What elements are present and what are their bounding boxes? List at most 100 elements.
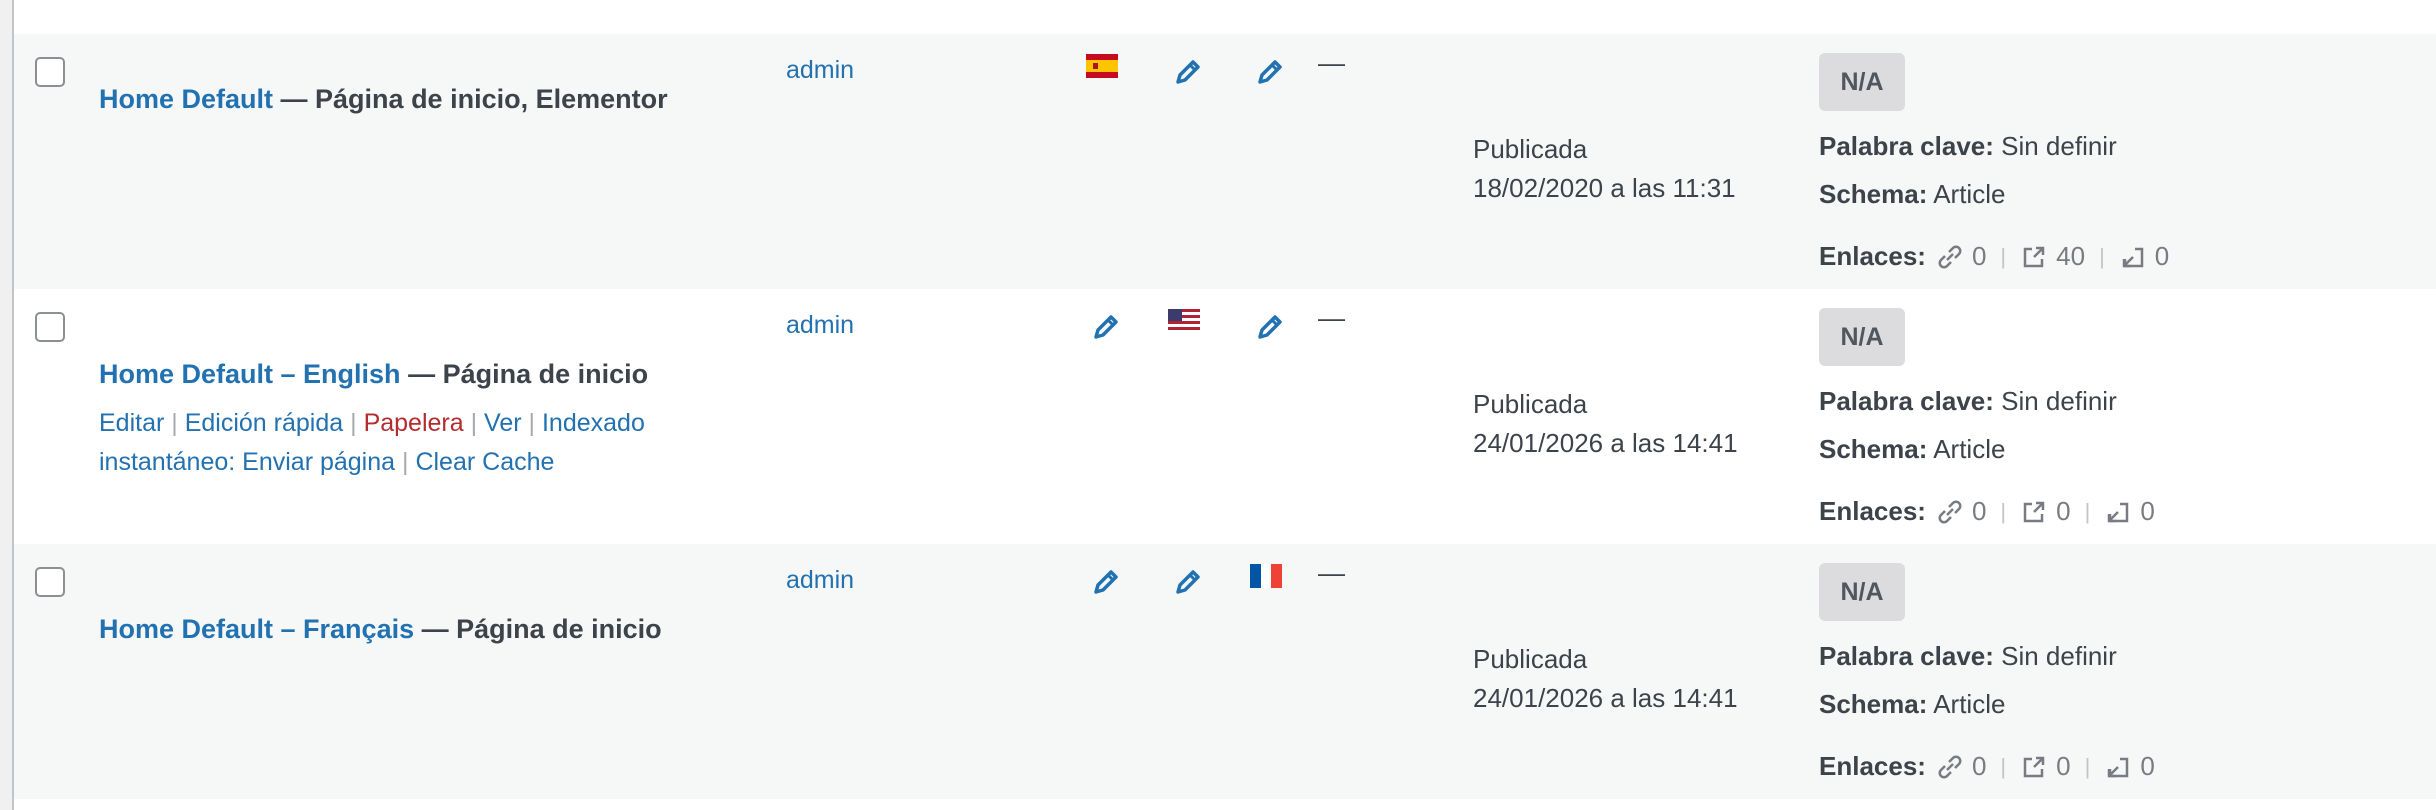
keyword-label: Palabra clave: (1819, 386, 1994, 416)
schema-label: Schema: (1819, 179, 1928, 209)
empty-value-dash: — (1318, 303, 1345, 333)
schema-value: Article (1933, 689, 2006, 719)
author-link[interactable]: admin (786, 566, 854, 595)
schema-label: Schema: (1819, 434, 1928, 464)
previous-row-edge (14, 0, 2436, 36)
author-link[interactable]: admin (786, 56, 854, 85)
keyword-value: Sin definir (2001, 641, 2117, 671)
schema-type: Schema: Article (1819, 179, 2005, 210)
external-links-count: 0 (2056, 496, 2071, 526)
link-icon (1938, 755, 1962, 778)
internal-links-count: 0 (1971, 496, 1987, 526)
keyword-value: Sin definir (2001, 131, 2117, 161)
title-link[interactable]: Home Default (99, 84, 273, 114)
incoming-link-icon (2108, 502, 2129, 522)
seo-score-badge: N/A (1819, 563, 1905, 621)
schema-type: Schema: Article (1819, 689, 2005, 720)
empty-value-dash: — (1318, 48, 1345, 78)
post-state: — Página de inicio, Elementor (273, 84, 668, 114)
edit-translation-icon[interactable] (1254, 56, 1286, 88)
internal-links-count: 0 (1971, 751, 1987, 781)
links-stats: Enlaces: 0 | 40 | 0 (1819, 241, 2169, 272)
links-label: Enlaces: (1819, 241, 1926, 271)
separator: | (470, 409, 478, 437)
row-title: Home Default – English — Página de inici… (99, 359, 648, 390)
spain-flag-icon[interactable] (1086, 54, 1118, 78)
links-label: Enlaces: (1819, 496, 1926, 526)
left-border (0, 0, 14, 810)
separator: | (350, 409, 357, 437)
external-link-icon (2023, 501, 2045, 522)
edit-translation-icon[interactable] (1090, 566, 1122, 598)
separator: | (2000, 243, 2007, 269)
separator: | (2000, 498, 2007, 524)
schema-value: Article (1933, 179, 2006, 209)
separator: | (528, 409, 536, 437)
link-icon (1938, 500, 1962, 523)
title-link[interactable]: Home Default – English (99, 359, 401, 389)
row-title: Home Default – Français — Página de inic… (99, 614, 662, 645)
seo-score-badge: N/A (1819, 53, 1905, 111)
edit-translation-icon[interactable] (1172, 56, 1204, 88)
date-value: 18/02/2020 a las 11:31 (1473, 173, 1736, 203)
publish-date: Publicada 24/01/2026 a las 14:41 (1473, 640, 1738, 718)
schema-type: Schema: Article (1819, 434, 2005, 465)
date-value: 24/01/2026 a las 14:41 (1473, 428, 1738, 458)
incoming-link-icon (2108, 757, 2129, 777)
seo-score-badge: N/A (1819, 308, 1905, 366)
table-row: Home Default — Página de inicio, Element… (14, 34, 2436, 289)
row-actions: Editar | Edición rápida | Papelera | Ver… (99, 404, 719, 482)
date-status: Publicada (1473, 644, 1588, 674)
separator: | (171, 409, 178, 437)
separator: | (2084, 498, 2091, 524)
table-row: Home Default – English — Página de inici… (14, 289, 2436, 544)
separator: | (2000, 753, 2007, 779)
incoming-links-count: 0 (2154, 241, 2170, 271)
quick-edit-link[interactable]: Edición rápida (185, 409, 343, 437)
empty-value-dash: — (1318, 558, 1345, 588)
row-checkbox[interactable] (35, 57, 65, 87)
edit-translation-icon[interactable] (1090, 311, 1122, 343)
date-status: Publicada (1473, 389, 1588, 419)
title-link[interactable]: Home Default – Français (99, 614, 414, 644)
next-row-edge (14, 799, 2436, 810)
schema-label: Schema: (1819, 689, 1928, 719)
post-state: — Página de inicio (400, 359, 649, 389)
usa-flag-icon[interactable] (1168, 309, 1200, 333)
table-row: Home Default – Français — Página de inic… (14, 544, 2436, 799)
keyword-label: Palabra clave: (1819, 131, 1994, 161)
date-status: Publicada (1473, 134, 1588, 164)
link-icon (1938, 245, 1962, 268)
keyword-value: Sin definir (2001, 386, 2117, 416)
focus-keyword: Palabra clave: Sin definir (1819, 131, 2117, 162)
external-link-icon (2023, 756, 2045, 777)
row-title: Home Default — Página de inicio, Element… (99, 84, 668, 115)
incoming-links-count: 0 (2140, 751, 2155, 781)
trash-link[interactable]: Papelera (364, 409, 464, 437)
author-link[interactable]: admin (786, 311, 854, 340)
focus-keyword: Palabra clave: Sin definir (1819, 386, 2117, 417)
external-links-count: 40 (2056, 241, 2086, 271)
edit-link[interactable]: Editar (99, 409, 164, 437)
links-stats: Enlaces: 0 | 0 | 0 (1819, 751, 2155, 782)
incoming-link-icon (2122, 247, 2144, 267)
links-stats: Enlaces: 0 | 0 | 0 (1819, 496, 2155, 527)
publish-date: Publicada 24/01/2026 a las 14:41 (1473, 385, 1738, 463)
separator: | (402, 448, 409, 476)
row-checkbox[interactable] (35, 312, 65, 342)
links-label: Enlaces: (1819, 751, 1926, 781)
row-checkbox[interactable] (35, 567, 65, 597)
separator: | (2084, 753, 2091, 779)
france-flag-icon[interactable] (1250, 564, 1282, 588)
keyword-label: Palabra clave: (1819, 641, 1994, 671)
internal-links-count: 0 (1971, 241, 1987, 271)
incoming-links-count: 0 (2140, 496, 2155, 526)
edit-translation-icon[interactable] (1254, 311, 1286, 343)
publish-date: Publicada 18/02/2020 a las 11:31 (1473, 130, 1736, 208)
schema-value: Article (1933, 434, 2006, 464)
edit-translation-icon[interactable] (1172, 566, 1204, 598)
clear-cache-link[interactable]: Clear Cache (415, 448, 554, 476)
external-links-count: 0 (2056, 751, 2071, 781)
view-link[interactable]: Ver (484, 409, 522, 437)
date-value: 24/01/2026 a las 14:41 (1473, 683, 1738, 713)
